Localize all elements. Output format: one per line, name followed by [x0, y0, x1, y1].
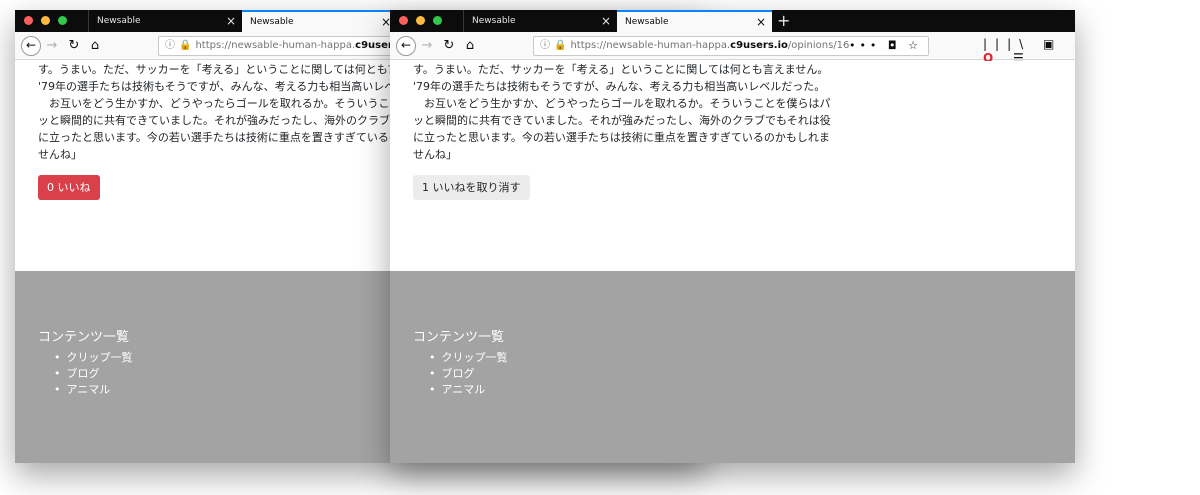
url-actions: ••• ◘ ☆: [849, 37, 922, 55]
maximize-window-button[interactable]: [433, 16, 442, 25]
unlike-button[interactable]: 1 いいねを取り消す: [413, 175, 530, 200]
tab-newsable-1[interactable]: Newsable ×: [463, 10, 617, 32]
like-button[interactable]: 0 いいね: [38, 175, 100, 200]
url-host: c9users.io: [730, 40, 788, 51]
close-window-button[interactable]: [24, 16, 33, 25]
url-path: /opinions/16: [787, 40, 850, 51]
forward-arrow-icon[interactable]: →: [43, 37, 61, 55]
footer-links: クリップ一覧 ブログ アニマル: [413, 350, 1052, 398]
tab-newsable-2[interactable]: Newsable ×: [617, 10, 772, 32]
minimize-window-button[interactable]: [416, 16, 425, 25]
library-icon[interactable]: |||\: [983, 37, 1031, 51]
footer-link-animal[interactable]: アニマル: [429, 382, 1052, 398]
footer-link-clips[interactable]: クリップ一覧: [429, 350, 1052, 366]
url-bar[interactable]: ⓘ🔒https://newsable-human-happa.c9users.i…: [158, 36, 398, 56]
sidebar-icon[interactable]: ▣: [1043, 37, 1062, 51]
article-paragraph: お互いをどう生かすか、どうやったらゴールを取れるか。そういうことを僕らはパッと瞬…: [413, 97, 831, 161]
reload-icon[interactable]: ↻: [65, 37, 83, 55]
window-controls: [399, 16, 442, 25]
close-tab-icon[interactable]: ×: [226, 10, 236, 32]
tab-newsable-1[interactable]: Newsable ×: [88, 10, 242, 32]
footer-link-blog[interactable]: ブログ: [429, 366, 1052, 382]
tab-title: Newsable: [472, 16, 516, 26]
article-line: '79年の選手たちは技術もそうですが、みんな、考える力も相当高いレベルだった。: [413, 80, 826, 93]
nav-bar: ← → ↻ ⌂ ⓘ 🔒 https://newsable-human-happa.c…: [390, 32, 1075, 65]
pocket-icon[interactable]: ◘: [888, 39, 901, 52]
reload-icon[interactable]: ↻: [440, 37, 458, 55]
tab-newsable-2[interactable]: Newsable ×: [242, 10, 397, 32]
back-arrow-icon[interactable]: ←: [396, 36, 416, 56]
close-window-button[interactable]: [399, 16, 408, 25]
home-icon[interactable]: ⌂: [461, 37, 479, 55]
tab-title: Newsable: [250, 17, 294, 27]
window-controls: [24, 16, 67, 25]
tab-title: Newsable: [625, 17, 669, 27]
new-tab-plus-icon[interactable]: +: [777, 10, 790, 32]
forward-arrow-icon[interactable]: →: [418, 37, 436, 55]
maximize-window-button[interactable]: [58, 16, 67, 25]
home-icon[interactable]: ⌂: [86, 37, 104, 55]
tab-title: Newsable: [97, 16, 141, 26]
close-tab-icon[interactable]: ×: [756, 12, 766, 32]
more-actions-icon[interactable]: •••: [849, 39, 880, 52]
article-content: す。うまい。ただ、サッカーを「考える」ということに関しては何とも言えません。 '…: [390, 61, 1075, 271]
article-line: す。うまい。ただ、サッカーを「考える」ということに関しては何とも言えません。: [413, 63, 829, 76]
footer-title: コンテンツ一覧: [413, 330, 505, 345]
close-tab-icon[interactable]: ×: [601, 10, 611, 32]
bookmark-star-icon[interactable]: ☆: [908, 39, 922, 52]
url-bar[interactable]: ⓘ 🔒https://newsable-human-happa.c9users.i…: [533, 36, 929, 56]
lock-icon: 🔒: [554, 40, 567, 51]
tab-bar: Newsable × Newsable × +: [390, 10, 1075, 32]
back-arrow-icon[interactable]: ←: [21, 36, 41, 56]
lock-icon: 🔒: [179, 40, 192, 51]
url-prefix: https://newsable-human-happa.: [570, 40, 731, 51]
info-icon[interactable]: ⓘ: [165, 40, 175, 51]
info-icon[interactable]: ⓘ: [540, 40, 550, 51]
minimize-window-button[interactable]: [41, 16, 50, 25]
browser-window-front: Newsable × Newsable × + ← → ↻ ⌂ ⓘ 🔒 https:…: [390, 10, 1075, 463]
footer: コンテンツ一覧 クリップ一覧 ブログ アニマル: [390, 271, 1075, 463]
url-prefix: https://newsable-human-happa.: [195, 40, 356, 51]
